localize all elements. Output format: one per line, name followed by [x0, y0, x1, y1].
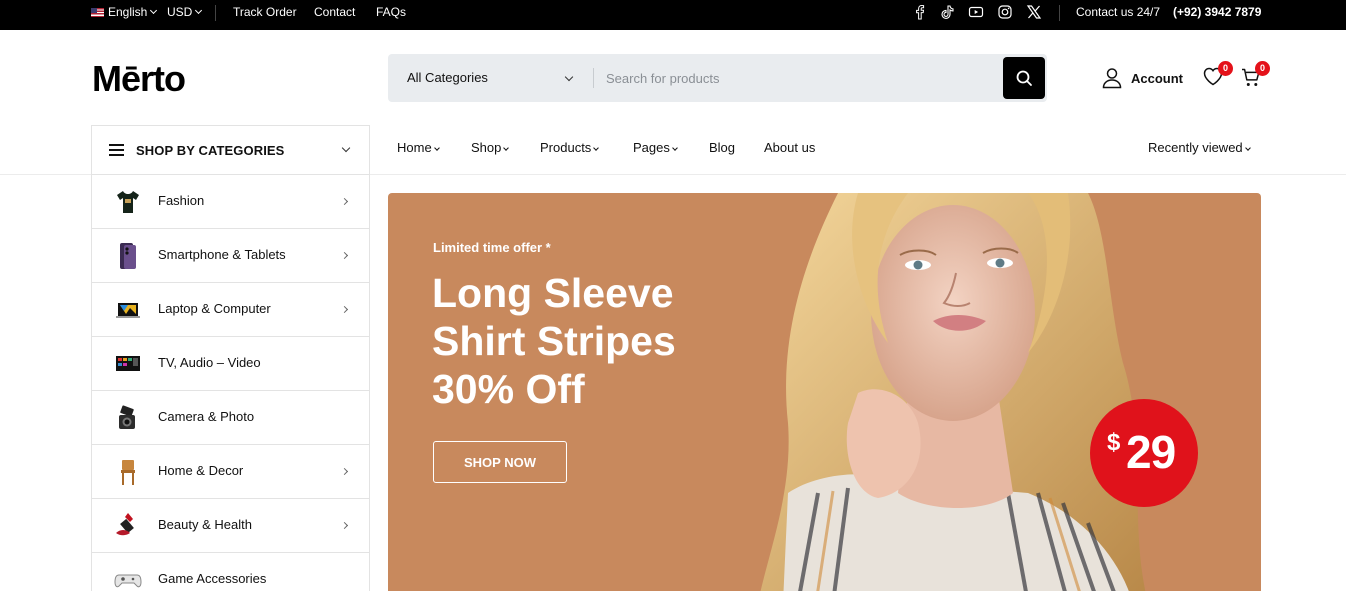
cart-count-badge: 0	[1255, 61, 1270, 76]
category-label: Home & Decor	[158, 463, 244, 478]
cart-button[interactable]: 0	[1241, 61, 1270, 90]
nav-item-about[interactable]: About us	[764, 140, 815, 155]
tiktok-icon[interactable]	[940, 4, 956, 20]
search-button[interactable]	[1003, 57, 1045, 99]
user-icon	[1102, 68, 1122, 89]
category-label: TV, Audio – Video	[158, 355, 261, 370]
smartphone-icon	[120, 243, 136, 269]
top-bar: English USD Track Order Contact FAQs Con…	[0, 0, 1346, 30]
menu-icon	[109, 144, 124, 156]
nav-label: Shop	[471, 140, 502, 155]
shop-now-button[interactable]: SHOP NOW	[433, 441, 567, 483]
camera-icon	[119, 405, 135, 429]
facebook-icon[interactable]	[912, 4, 928, 20]
chevron-down-icon	[593, 145, 600, 151]
divider	[1059, 5, 1060, 21]
currency-selector[interactable]: USD	[167, 0, 203, 30]
contact-link[interactable]: Contact	[314, 0, 355, 30]
youtube-icon[interactable]	[968, 4, 984, 20]
contact-label: Contact us 24/7	[1076, 5, 1161, 19]
categories-title: SHOP BY CATEGORIES	[136, 143, 285, 158]
nav-label: Home	[397, 140, 432, 155]
divider	[593, 68, 594, 88]
nav-label: Pages	[633, 140, 670, 155]
hero-title-line: Shirt Stripes	[432, 318, 676, 364]
chevron-down-icon	[195, 6, 203, 15]
lipstick-icon	[116, 513, 134, 536]
category-item-home-decor[interactable]: Home & Decor	[92, 445, 369, 499]
track-order-link[interactable]: Track Order	[233, 0, 297, 30]
chevron-down-icon	[341, 143, 351, 153]
category-label: Beauty & Health	[158, 517, 252, 532]
hero-title-line: Long Sleeve	[432, 270, 674, 316]
category-select[interactable]: All Categories	[407, 54, 488, 102]
chevron-right-icon	[340, 197, 349, 206]
search-input[interactable]	[606, 54, 986, 102]
account-label: Account	[1131, 71, 1183, 86]
chevron-right-icon	[340, 305, 349, 314]
chevron-down-icon	[433, 145, 440, 151]
laptop-icon	[116, 303, 140, 318]
wishlist-count-badge: 0	[1218, 61, 1233, 76]
language-selector[interactable]: English	[91, 0, 158, 30]
chevron-down-icon	[1244, 145, 1251, 151]
category-label: Fashion	[158, 193, 205, 208]
nav-item-blog[interactable]: Blog	[709, 140, 735, 155]
nav-item-home[interactable]: Home	[397, 140, 440, 155]
nav-label: Products	[540, 140, 592, 155]
logo[interactable]: Mērto	[92, 58, 186, 100]
us-flag-icon	[91, 8, 104, 17]
chevron-down-icon	[672, 145, 678, 151]
tv-icon	[116, 356, 140, 371]
categories-panel: SHOP BY CATEGORIES Fashion Smartphone & …	[91, 125, 370, 591]
category-item-game[interactable]: Game Accessories	[92, 553, 369, 591]
wishlist-button[interactable]: 0	[1203, 61, 1233, 89]
category-label: Game Accessories	[158, 571, 267, 586]
divider	[215, 5, 216, 21]
x-icon[interactable]	[1026, 4, 1042, 20]
category-label: Smartphone & Tablets	[158, 247, 286, 262]
instagram-icon[interactable]	[997, 4, 1013, 20]
hero-banner: Limited time offer * Long Sleeve Shirt S…	[388, 193, 1261, 591]
search-bar: All Categories	[388, 54, 1047, 102]
nav-item-products[interactable]: Products	[540, 140, 600, 155]
price-currency: $	[1107, 429, 1121, 456]
hero-kicker: Limited time offer *	[433, 240, 551, 255]
chair-icon	[121, 460, 135, 485]
faqs-link[interactable]: FAQs	[376, 0, 406, 30]
category-item-beauty[interactable]: Beauty & Health	[92, 499, 369, 553]
phone-number[interactable]: (+92) 3942 7879	[1173, 0, 1261, 30]
chevron-down-icon	[150, 6, 158, 15]
category-item-tv[interactable]: TV, Audio – Video	[92, 337, 369, 391]
recently-viewed-dropdown[interactable]: Recently viewed	[1148, 140, 1251, 155]
tshirt-icon	[117, 191, 139, 213]
chevron-right-icon	[340, 467, 349, 476]
hero-title-line: 30% Off	[432, 366, 585, 412]
category-label: Camera & Photo	[158, 409, 255, 424]
category-item-smartphone[interactable]: Smartphone & Tablets	[92, 229, 369, 283]
search-icon	[1016, 70, 1032, 86]
currency-label: USD	[167, 5, 193, 19]
chevron-right-icon	[340, 251, 349, 260]
categories-toggle[interactable]: SHOP BY CATEGORIES	[92, 126, 369, 175]
recently-viewed-label: Recently viewed	[1148, 140, 1243, 155]
chevron-down-icon	[503, 145, 510, 151]
gamepad-icon	[114, 574, 142, 588]
nav-item-pages[interactable]: Pages	[633, 140, 678, 155]
category-label: Laptop & Computer	[158, 301, 271, 316]
chevron-right-icon	[340, 521, 349, 530]
nav-item-shop[interactable]: Shop	[471, 140, 510, 155]
price-badge: $ 29	[1090, 399, 1198, 507]
category-item-camera[interactable]: Camera & Photo	[92, 391, 369, 445]
category-item-laptop[interactable]: Laptop & Computer	[92, 283, 369, 337]
hero-title: Long Sleeve Shirt Stripes 30% Off	[432, 269, 676, 413]
language-label: English	[108, 5, 148, 19]
chevron-down-icon	[564, 72, 574, 82]
category-item-fashion[interactable]: Fashion	[92, 175, 369, 229]
price-amount: 29	[1126, 426, 1176, 478]
